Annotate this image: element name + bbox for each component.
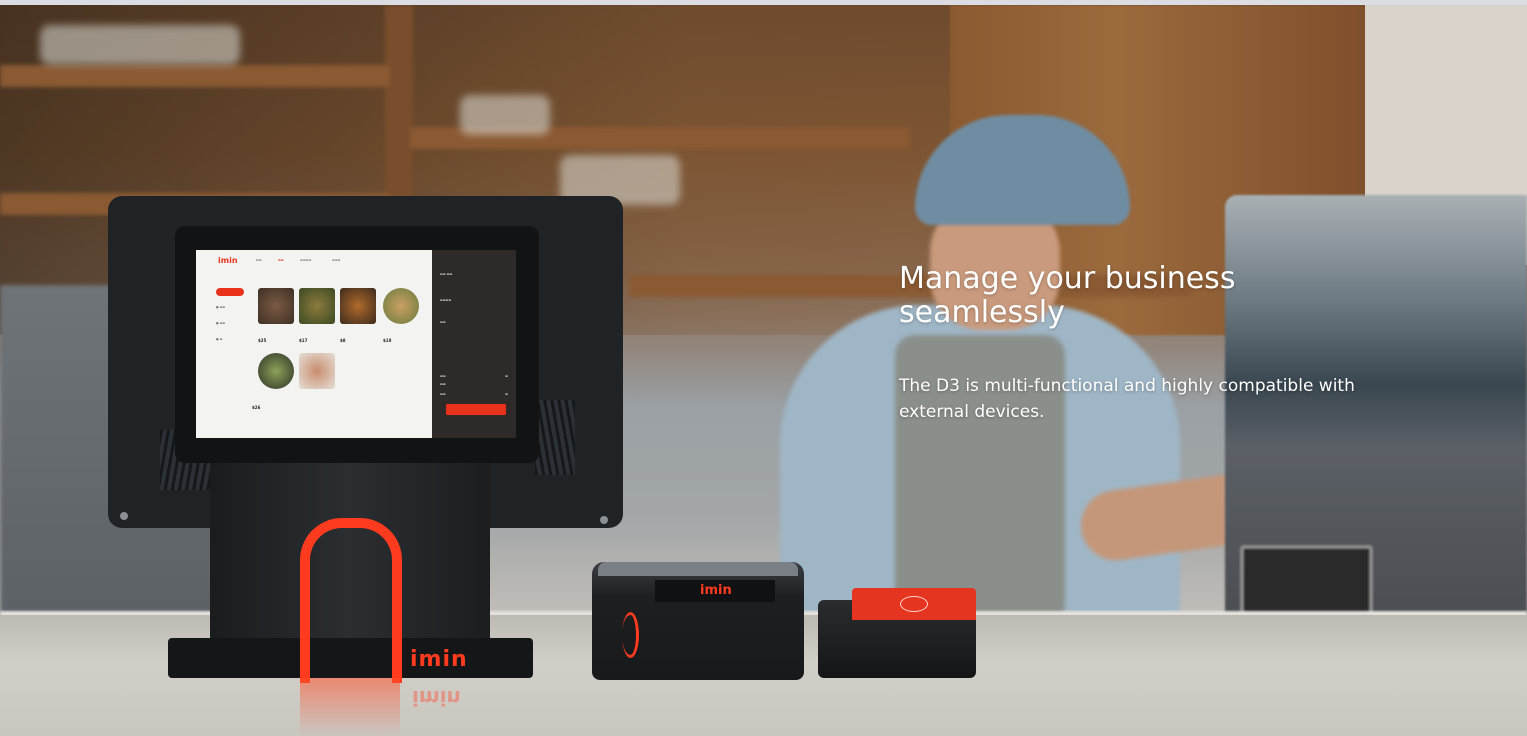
food-image xyxy=(258,353,294,389)
order-line: ▬▬ ▬▬ xyxy=(440,272,453,276)
printer-brand-logo: imin xyxy=(700,583,732,598)
food-price: $10 xyxy=(383,338,392,343)
brand-logo: imin xyxy=(410,647,468,672)
pos-stand-arch xyxy=(300,518,402,683)
pos-screen: imin ▬▬ ▬▬ ▬▬▬▬ ▬▬▬ ● ▬▬ ● ▬▬ ● ▬ $25 $1… xyxy=(196,250,516,438)
order-line: ▬▬ xyxy=(440,320,446,324)
screw-dot xyxy=(120,512,128,520)
order-value: ▬ xyxy=(505,392,508,396)
hero-title: Manage your business seamlessly xyxy=(899,261,1236,330)
order-line: ▬▬ xyxy=(440,392,446,396)
screen-category-active xyxy=(216,288,244,296)
order-line: ▬▬▬▬ xyxy=(440,298,452,302)
printer-top xyxy=(598,562,798,576)
food-image xyxy=(299,353,335,389)
food-image xyxy=(340,288,376,324)
vent-right xyxy=(535,400,575,475)
printer-light-ring xyxy=(622,612,639,658)
arch-reflection xyxy=(300,678,400,736)
screen-nav-item: ▬▬▬▬ xyxy=(300,258,312,262)
food-image xyxy=(258,288,294,324)
food-image xyxy=(299,288,335,324)
screen-order-panel: ▬▬ ▬▬ ▬▬▬▬ ▬▬ ▬▬ ▬▬ ▬▬ ▬ ▬ xyxy=(432,250,516,438)
food-price: $26 xyxy=(252,405,261,410)
hero-description: The D3 is multi-functional and highly co… xyxy=(899,376,1355,422)
blurred-jar xyxy=(40,25,240,65)
screen-nav-item: ▬▬▬ xyxy=(332,258,341,262)
screen-nav-item: ▬▬ xyxy=(278,258,284,262)
blurred-jar xyxy=(460,95,550,135)
food-price: $25 xyxy=(258,338,267,343)
screen-category: ● ▬▬ xyxy=(216,305,226,309)
screw-dot xyxy=(600,516,608,524)
order-line: ▬▬ xyxy=(440,374,446,378)
screen-category: ● ▬▬ xyxy=(216,321,226,325)
nfc-icon xyxy=(900,596,928,612)
order-value: ▬ xyxy=(505,374,508,378)
screen-category: ● ▬ xyxy=(216,337,223,341)
brand-logo-reflection: imin xyxy=(412,686,461,710)
shelf xyxy=(0,65,390,87)
food-image xyxy=(383,288,419,324)
screen-logo: imin xyxy=(218,256,238,265)
screen-checkout-button xyxy=(446,404,506,415)
food-price: $17 xyxy=(299,338,308,343)
food-price: $8 xyxy=(340,338,346,343)
order-line: ▬▬ xyxy=(440,382,446,386)
screen-nav-item: ▬▬ xyxy=(256,258,262,262)
